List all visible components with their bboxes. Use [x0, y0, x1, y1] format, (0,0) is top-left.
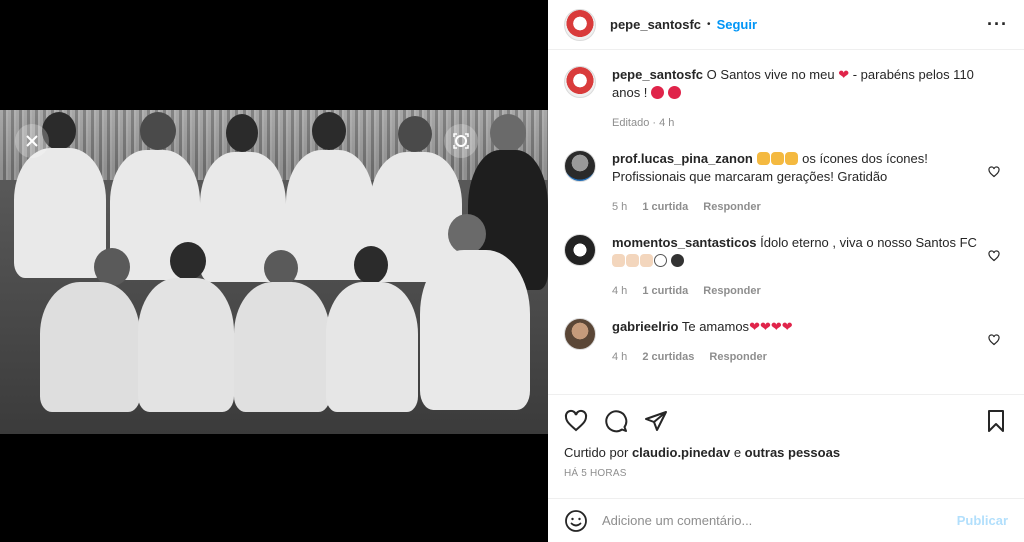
like-comment-heart-icon[interactable] [988, 250, 1000, 262]
like-comment-heart-icon[interactable] [988, 166, 1000, 178]
clap-emoji [626, 254, 639, 267]
comment-time[interactable]: 4 h [612, 285, 627, 297]
comment-time[interactable]: 5 h [612, 201, 627, 213]
player-head [170, 242, 206, 280]
player-figure [14, 148, 106, 278]
heart-eyes-emoji [667, 86, 681, 99]
red-heart-emoji: ❤ [838, 67, 850, 82]
player-figure [138, 278, 234, 412]
player-head [94, 248, 130, 286]
player-head [312, 112, 346, 150]
liked-by: Curtido por claudio.pinedav e outras pes… [564, 445, 1008, 460]
comment-text: Ídolo eterno , viva o nosso Santos FC [760, 235, 977, 250]
author-avatar[interactable] [564, 8, 596, 41]
like-comment-heart-icon[interactable] [988, 334, 1000, 346]
comment-likes[interactable]: 1 curtida [642, 285, 688, 297]
reply-button[interactable]: Responder [703, 201, 760, 213]
reply-button[interactable]: Responder [709, 351, 766, 363]
white-circle-emoji [654, 254, 667, 267]
media-area [0, 0, 548, 542]
comment-item: prof.lucas_pina_zanon os ícones dos ícon… [564, 150, 1008, 216]
comment-item: momentos_santasticos Ídolo eterno , viva… [564, 234, 1008, 300]
player-figure [420, 250, 530, 410]
comment-username[interactable]: momentos_santasticos [612, 235, 757, 250]
instagram-post-modal: pepe_santosfc • Seguir ··· pepe_santosfc… [0, 0, 1024, 542]
liked-prefix: Curtido por [564, 445, 629, 460]
close-icon[interactable] [15, 124, 49, 158]
caption-username[interactable]: pepe_santosfc [612, 67, 703, 82]
separator-dot: • [707, 19, 711, 30]
caption-text: O Santos vive no meu [706, 67, 835, 82]
comment-username[interactable]: prof.lucas_pina_zanon [612, 151, 753, 166]
black-circle-emoji [670, 254, 684, 267]
player-head [398, 116, 432, 152]
post-side-panel: pepe_santosfc • Seguir ··· pepe_santosfc… [548, 0, 1024, 542]
player-head [448, 214, 486, 254]
heart-eyes-emoji [651, 86, 665, 99]
post-photo[interactable] [0, 110, 548, 434]
clap-emoji [756, 152, 770, 165]
clap-emoji [770, 152, 784, 165]
player-head [354, 246, 388, 284]
player-figure [326, 282, 418, 412]
clap-emoji [640, 254, 653, 267]
commenter-avatar[interactable] [564, 234, 596, 266]
add-comment-bar: Publicar [548, 498, 1024, 542]
player-head [264, 250, 298, 286]
player-head [226, 114, 258, 152]
post-actions: Curtido por claudio.pinedav e outras pes… [548, 394, 1024, 479]
player-figure [40, 282, 140, 412]
heart-icon[interactable] [564, 409, 588, 433]
player-head [140, 112, 176, 150]
liked-others-link[interactable]: outras pessoas [745, 445, 840, 460]
comment-likes[interactable]: 2 curtidas [642, 351, 694, 363]
liked-user-link[interactable]: claudio.pinedav [632, 445, 730, 460]
clap-emoji [784, 152, 798, 165]
player-figure [234, 282, 330, 412]
commenter-avatar[interactable] [564, 150, 596, 182]
comment-time[interactable]: 4 h [612, 351, 627, 363]
caption: pepe_santosfc O Santos vive no meu ❤ - p… [564, 66, 1008, 132]
red-heart-emoji: ❤❤❤❤ [749, 319, 793, 334]
smile-icon[interactable] [564, 509, 588, 533]
post-header: pepe_santosfc • Seguir ··· [548, 0, 1024, 50]
post-timestamp[interactable]: HÁ 5 HORAS [564, 468, 1008, 479]
publish-button[interactable]: Publicar [957, 513, 1008, 528]
comments-list: pepe_santosfc O Santos vive no meu ❤ - p… [548, 50, 1024, 394]
commenter-avatar[interactable] [564, 318, 596, 350]
bookmark-icon[interactable] [984, 409, 1008, 433]
player-head [490, 114, 526, 152]
liked-suffix: e [733, 445, 742, 460]
follow-button[interactable]: Seguir [717, 17, 757, 32]
scan-icon[interactable] [444, 124, 478, 158]
reply-button[interactable]: Responder [703, 285, 760, 297]
author-avatar[interactable] [564, 66, 596, 98]
comment-text: Te amamos [681, 319, 750, 334]
share-icon[interactable] [644, 409, 668, 433]
comment-item: gabrieelrio Te amamos❤❤❤❤ 4 h 2 curtidas… [564, 318, 1008, 366]
comment-username[interactable]: gabrieelrio [612, 319, 678, 334]
clap-emoji [612, 254, 625, 267]
author-username[interactable]: pepe_santosfc [610, 17, 701, 32]
more-icon[interactable]: ··· [987, 14, 1008, 35]
comment-input[interactable] [602, 513, 957, 528]
comment-icon[interactable] [604, 409, 628, 433]
caption-meta: Editado · 4 h [612, 117, 675, 129]
comment-likes[interactable]: 1 curtida [642, 201, 688, 213]
